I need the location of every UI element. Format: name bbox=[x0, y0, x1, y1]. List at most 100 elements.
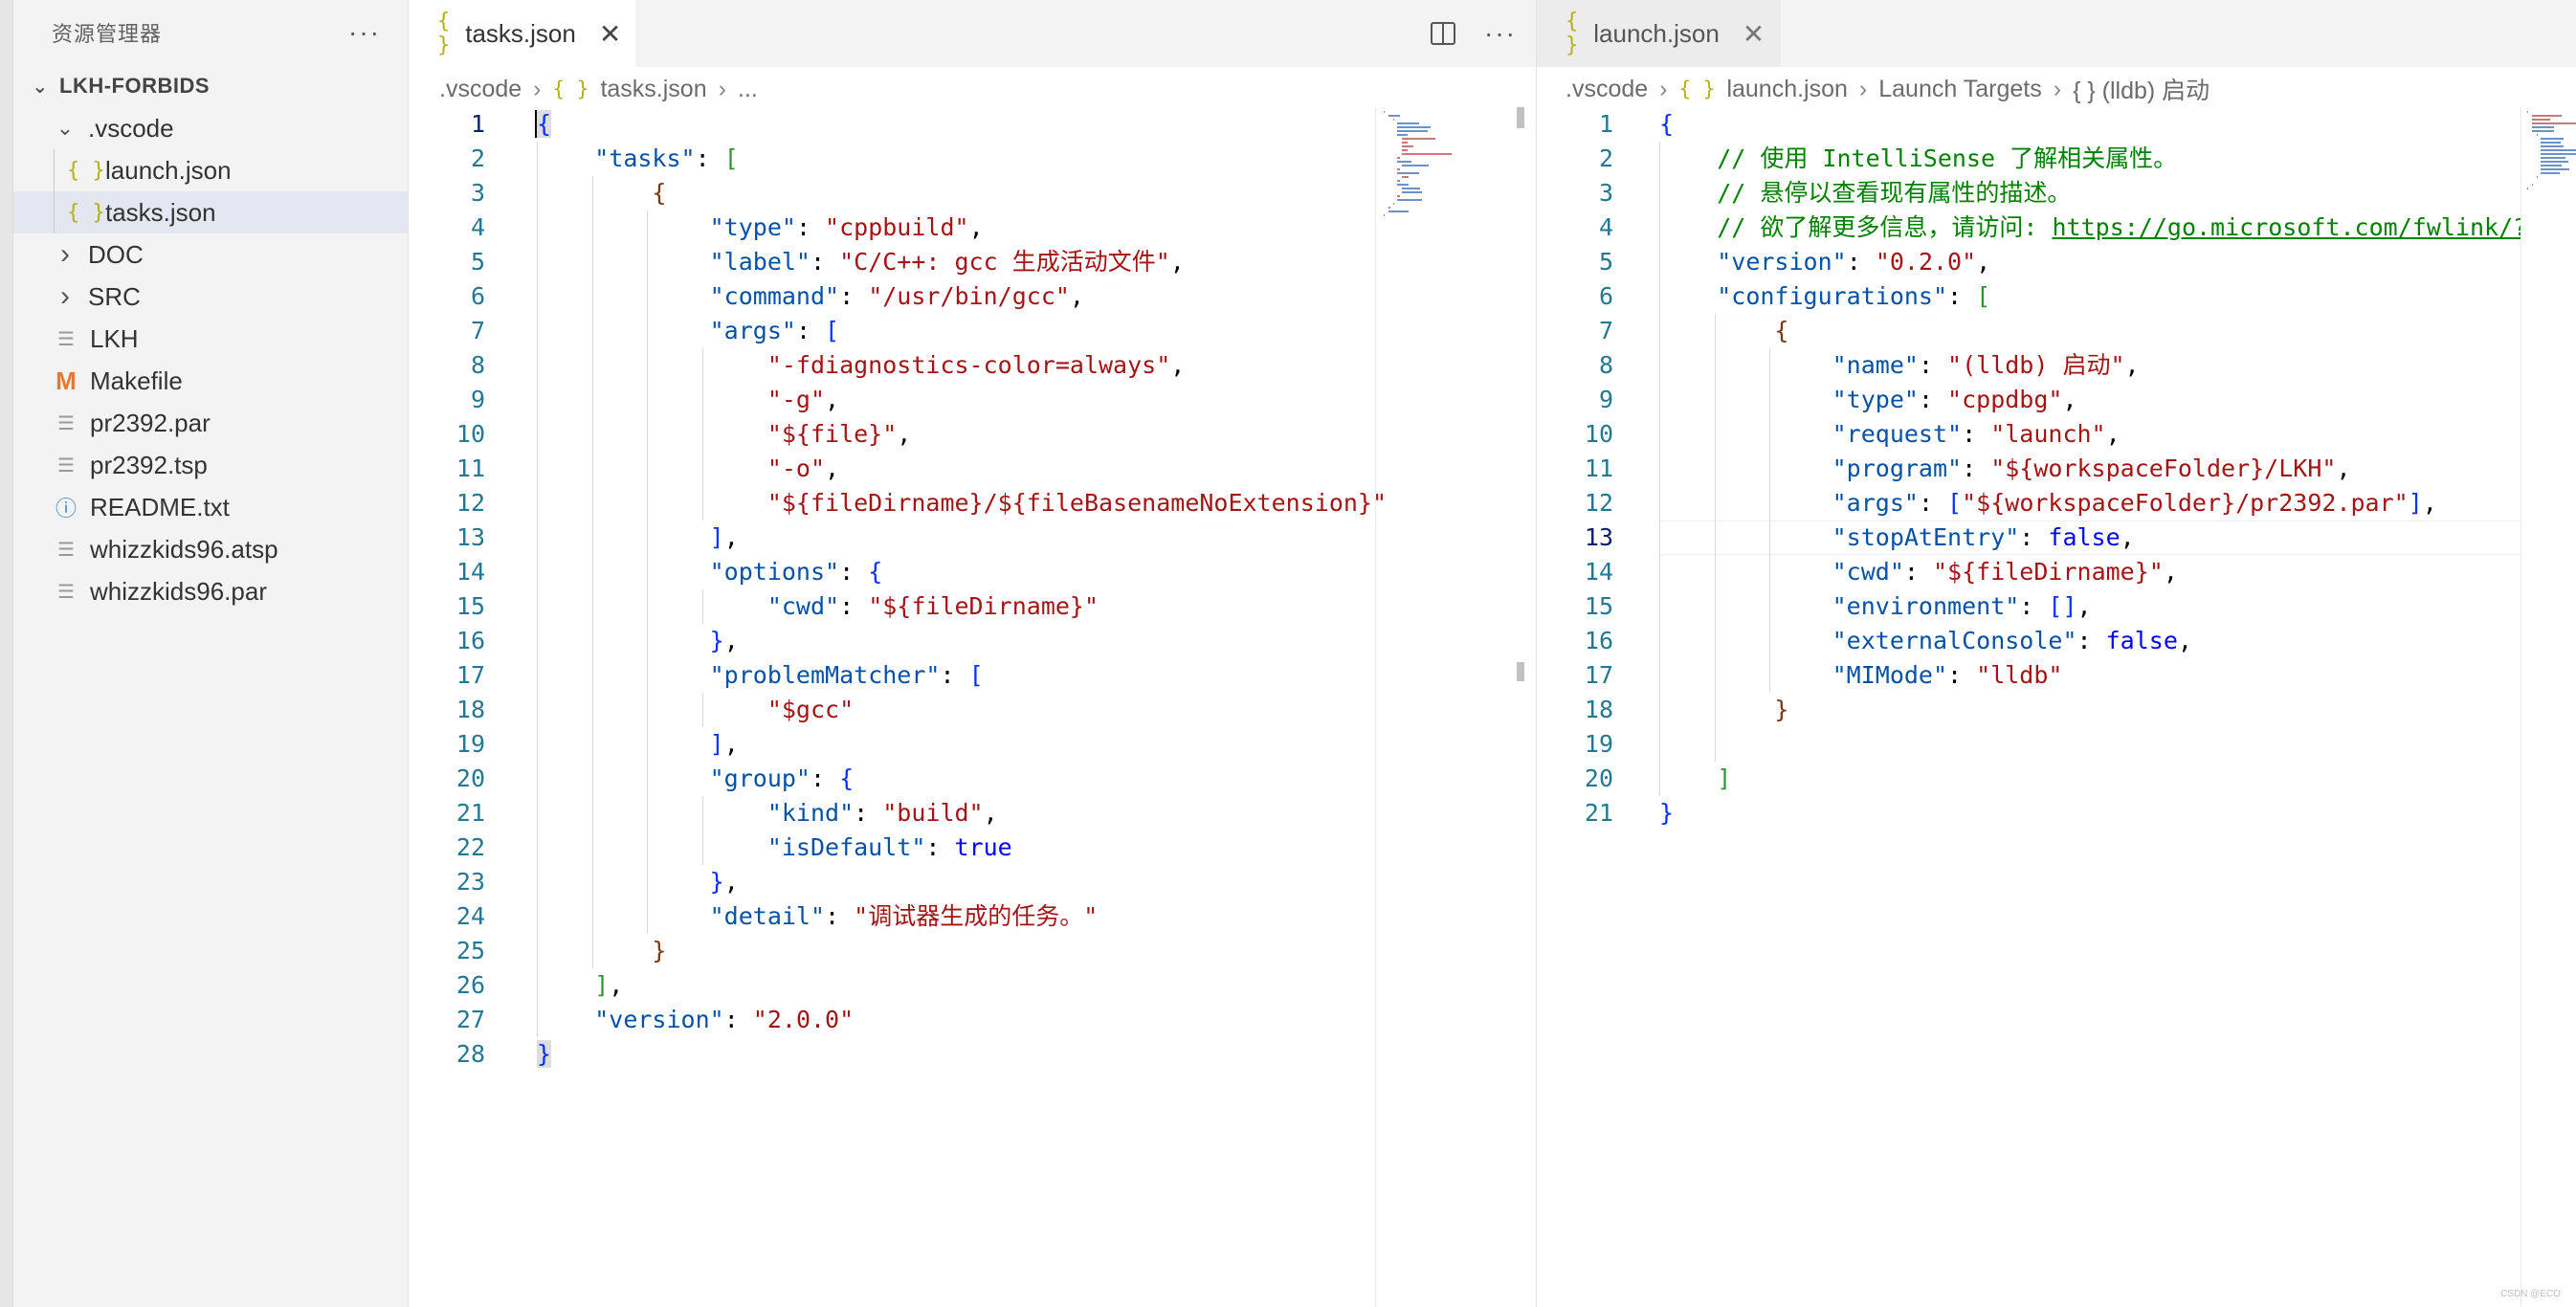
breadcrumb-symbol[interactable]: ... bbox=[738, 76, 758, 103]
tree-item-pr2392-par[interactable]: ☰ pr2392.par bbox=[13, 402, 408, 444]
code-line[interactable]: 10 "request": "launch", bbox=[1537, 417, 2520, 452]
code-editor-launch[interactable]: 1{2 // 使用 IntelliSense 了解相关属性。 3 // 悬停以查看… bbox=[1537, 107, 2520, 1307]
tab-tasks-json[interactable]: { } tasks.json ✕ bbox=[409, 0, 635, 67]
tree-item-tasks-json[interactable]: { } tasks.json bbox=[13, 191, 408, 233]
line-text: ], bbox=[709, 730, 739, 758]
close-icon[interactable]: ✕ bbox=[599, 18, 621, 50]
code-line[interactable]: 17 "problemMatcher": [ bbox=[409, 658, 1375, 693]
line-text: "options": { bbox=[709, 558, 883, 586]
code-line[interactable]: 16 }, bbox=[409, 624, 1375, 658]
code-line[interactable]: 5 "label": "C/C++: gcc 生成活动文件", bbox=[409, 245, 1375, 279]
code-line[interactable]: 28} bbox=[409, 1037, 1375, 1072]
line-number: 25 bbox=[455, 937, 485, 964]
code-line[interactable]: 8 "name": "(lldb) 启动", bbox=[1537, 348, 2520, 383]
minimap-line bbox=[2536, 134, 2538, 136]
more-actions-icon[interactable]: ··· bbox=[348, 19, 381, 46]
code-line[interactable]: 14 "options": { bbox=[409, 555, 1375, 589]
workspace-root-folder[interactable]: ⌄ LKH-FORBIDS bbox=[13, 65, 408, 107]
tree-item-whizzkids96-par[interactable]: ☰ whizzkids96.par bbox=[13, 570, 408, 612]
minimap-line bbox=[1397, 122, 1420, 124]
code-line[interactable]: 7 "args": [ bbox=[409, 314, 1375, 348]
more-actions-icon[interactable]: ··· bbox=[1484, 20, 1517, 47]
tree-item-whizzkids96-atsp[interactable]: ☰ whizzkids96.atsp bbox=[13, 528, 408, 570]
code-line[interactable]: 3 // 悬停以查看现有属性的描述。 bbox=[1537, 176, 2520, 210]
code-line[interactable]: 16 "externalConsole": false, bbox=[1537, 624, 2520, 658]
code-line[interactable]: 6 "command": "/usr/bin/gcc", bbox=[409, 279, 1375, 314]
code-line[interactable]: 1{ bbox=[409, 107, 1375, 142]
code-line[interactable]: 22 "isDefault": true bbox=[409, 831, 1375, 865]
code-line[interactable]: 13 ], bbox=[409, 521, 1375, 555]
code-line[interactable]: 7 { bbox=[1537, 314, 2520, 348]
minimap-line bbox=[2541, 149, 2576, 151]
line-number: 23 bbox=[455, 868, 485, 896]
code-line[interactable]: 9 "-g", bbox=[409, 383, 1375, 417]
tree-item-launch-json[interactable]: { } launch.json bbox=[13, 149, 408, 191]
breadcrumb-folder[interactable]: .vscode bbox=[1566, 76, 1648, 103]
tree-item-makefile[interactable]: M Makefile bbox=[13, 360, 408, 402]
code-line[interactable]: 11 "program": "${workspaceFolder}/LKH", bbox=[1537, 452, 2520, 486]
code-line[interactable]: 18 } bbox=[1537, 693, 2520, 727]
code-line[interactable]: 10 "${file}", bbox=[409, 417, 1375, 452]
tree-item-pr2392-tsp[interactable]: ☰ pr2392.tsp bbox=[13, 444, 408, 486]
chevron-right-icon: › bbox=[533, 75, 542, 102]
tree-item-doc[interactable]: › DOC bbox=[13, 233, 408, 276]
code-line[interactable]: 4 "type": "cppbuild", bbox=[409, 210, 1375, 245]
minimap-line bbox=[2541, 153, 2576, 155]
editor-group-right: { } launch.json ✕ .vscode › { } launch.j… bbox=[1536, 0, 2576, 1307]
code-line[interactable]: 12 "args": ["${workspaceFolder}/pr2392.p… bbox=[1537, 486, 2520, 521]
code-line[interactable]: 27 "version": "2.0.0" bbox=[409, 1003, 1375, 1037]
code-line[interactable]: 14 "cwd": "${fileDirname}", bbox=[1537, 555, 2520, 589]
tree-item-lkh[interactable]: ☰ LKH bbox=[13, 318, 408, 360]
code-line[interactable]: 24 "detail": "调试器生成的任务。" bbox=[409, 899, 1375, 934]
code-line[interactable]: 12 "${fileDirname}/${fileBasenameNoExten… bbox=[409, 486, 1387, 521]
code-line[interactable]: 9 "type": "cppdbg", bbox=[1537, 383, 2520, 417]
tree-item-readme-txt[interactable]: ⓘ README.txt bbox=[13, 486, 408, 528]
file-lines-icon: ☰ bbox=[57, 538, 75, 561]
code-line[interactable]: 5 "version": "0.2.0", bbox=[1537, 245, 2520, 279]
code-line[interactable]: 2 "tasks": [ bbox=[409, 142, 1375, 176]
watermark: CSDN @ECO bbox=[2500, 1289, 2561, 1299]
json-file-icon: { } bbox=[552, 78, 589, 100]
tab-launch-json[interactable]: { } launch.json ✕ bbox=[1537, 0, 1781, 67]
code-line[interactable]: 3 { bbox=[409, 176, 1375, 210]
breadcrumb-symbol[interactable]: { } (lldb) 启动 bbox=[2073, 72, 2210, 106]
code-line[interactable]: 26 ], bbox=[409, 968, 1375, 1003]
scrollbar-thumb[interactable] bbox=[1517, 662, 1524, 681]
tree-item-src[interactable]: › SRC bbox=[13, 276, 408, 318]
breadcrumb-folder[interactable]: .vscode bbox=[439, 76, 522, 103]
code-line[interactable]: 20 "group": { bbox=[409, 762, 1375, 796]
code-line[interactable]: 6 "configurations": [ bbox=[1537, 279, 2520, 314]
code-line[interactable]: 4 // 欲了解更多信息，请访问: https://go.microsoft.c… bbox=[1537, 210, 2520, 245]
code-line[interactable]: 18 "$gcc" bbox=[409, 693, 1375, 727]
code-line[interactable]: 15 "cwd": "${fileDirname}" bbox=[409, 589, 1375, 624]
code-line[interactable]: 13 "stopAtEntry": false, bbox=[1537, 521, 2520, 555]
scrollbar-thumb[interactable] bbox=[1517, 107, 1524, 128]
minimap-line bbox=[2536, 176, 2538, 178]
line-number: 1 bbox=[1598, 110, 1613, 138]
code-line[interactable]: 23 }, bbox=[409, 865, 1375, 899]
code-line[interactable]: 20 ] bbox=[1537, 762, 2520, 796]
code-line[interactable]: 2 // 使用 IntelliSense 了解相关属性。 bbox=[1537, 142, 2520, 176]
breadcrumb-file[interactable]: tasks.json bbox=[600, 76, 706, 103]
code-line[interactable]: 8 "-fdiagnostics-color=always", bbox=[409, 348, 1375, 383]
line-text: } bbox=[537, 1040, 552, 1068]
code-line[interactable]: 19 ], bbox=[409, 727, 1375, 762]
minimap[interactable] bbox=[2520, 107, 2576, 1307]
code-line[interactable]: 11 "-o", bbox=[409, 452, 1375, 486]
line-text: { bbox=[1659, 110, 1675, 138]
code-line[interactable]: 21} bbox=[1537, 796, 2520, 831]
code-line[interactable]: 19 bbox=[1537, 727, 2520, 762]
minimap[interactable] bbox=[1375, 107, 1509, 1307]
line-number: 26 bbox=[455, 971, 485, 999]
breadcrumb-file[interactable]: launch.json bbox=[1726, 76, 1847, 103]
code-line[interactable]: 1{ bbox=[1537, 107, 2520, 142]
code-line[interactable]: 17 "MIMode": "lldb" bbox=[1537, 658, 2520, 693]
minimap-line bbox=[1397, 184, 1410, 186]
split-editor-icon[interactable] bbox=[1431, 22, 1455, 45]
breadcrumb-section[interactable]: Launch Targets bbox=[1878, 76, 2042, 103]
code-line[interactable]: 21 "kind": "build", bbox=[409, 796, 1375, 831]
code-line[interactable]: 25 } bbox=[409, 934, 1375, 968]
code-line[interactable]: 15 "environment": [], bbox=[1537, 589, 2520, 624]
close-icon[interactable]: ✕ bbox=[1743, 18, 1765, 50]
tree-item-vscode[interactable]: ⌄ .vscode bbox=[13, 107, 408, 149]
